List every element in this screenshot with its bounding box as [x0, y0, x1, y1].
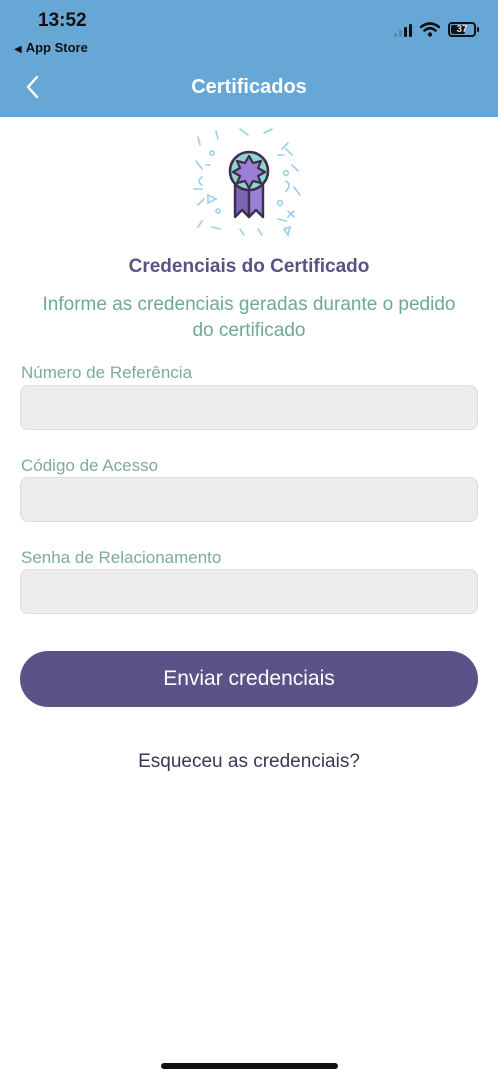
- wifi-icon: [420, 22, 440, 37]
- access-code-label: Código de Acesso: [21, 456, 159, 475]
- relationship-password-input[interactable]: [20, 569, 478, 614]
- section-heading: Credenciais do Certificado: [128, 256, 370, 277]
- reference-number-input[interactable]: [20, 385, 478, 430]
- back-to-app-link[interactable]: ◀ App Store: [14, 40, 88, 55]
- cellular-signal-icon: [394, 23, 412, 37]
- back-triangle-icon: ◀: [14, 44, 22, 55]
- send-credentials-button[interactable]: Enviar credenciais: [20, 651, 478, 707]
- back-app-label: App Store: [25, 40, 88, 55]
- forgot-credentials-link[interactable]: Esqueceu as credenciais?: [0, 751, 498, 773]
- battery-icon: 37: [448, 22, 479, 37]
- battery-level: 37: [456, 24, 468, 35]
- home-indicator[interactable]: [161, 1063, 338, 1069]
- page-title: Certificados: [191, 76, 307, 98]
- status-time: 13:52: [38, 10, 87, 31]
- reference-number-label: Número de Referência: [21, 363, 193, 382]
- section-subtitle: Informe as credenciais geradas durante o…: [42, 294, 456, 341]
- access-code-input[interactable]: [20, 477, 478, 522]
- relationship-password-label: Senha de Relacionamento: [21, 548, 222, 567]
- certificate-illustration: [188, 125, 310, 240]
- header: 13:52 ◀ App Store 37 Certificados: [0, 0, 498, 117]
- award-ribbon-icon: [193, 128, 301, 237]
- status-icons: 37: [394, 22, 479, 37]
